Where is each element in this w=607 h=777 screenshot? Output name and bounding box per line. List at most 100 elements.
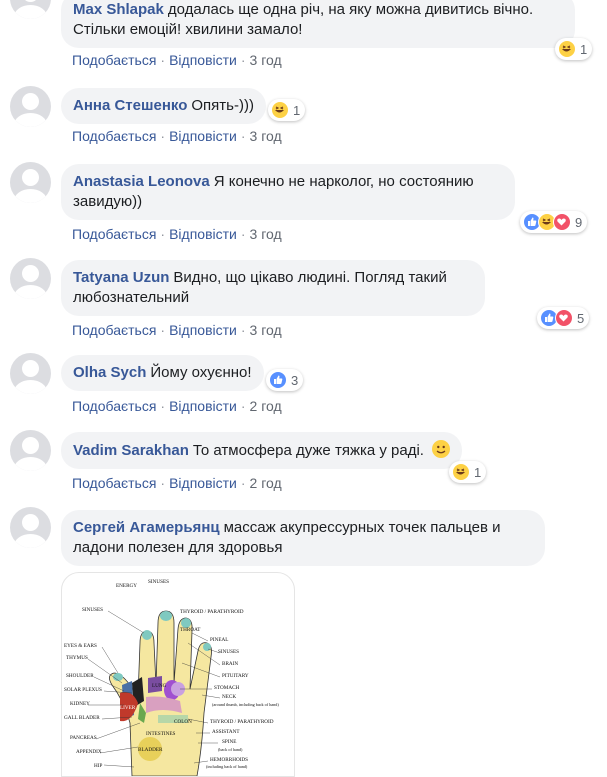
avatar[interactable] (10, 430, 51, 471)
reaction-summary[interactable]: 1 (449, 461, 487, 483)
reply-link[interactable]: Відповісти (169, 322, 237, 338)
label-eyes-ears: EYES & EARS (64, 643, 97, 649)
reaction-count: 5 (577, 310, 585, 326)
comment-actions: Подобається · Відповісти · 3 год (72, 52, 282, 68)
haha-reaction-icon (271, 101, 289, 119)
label-thyroid-2: THYROID / PARATHYROID (210, 719, 274, 725)
label-hip: HIP (94, 763, 102, 769)
reply-link[interactable]: Відповісти (169, 52, 237, 68)
label-pineal: PINEAL (210, 637, 228, 643)
like-link[interactable]: Подобається (72, 226, 156, 242)
reaction-count: 3 (291, 372, 299, 388)
comment-bubble: Anastasia Leonova Я конечно не нарколог, … (61, 164, 515, 220)
timestamp[interactable]: 2 год (250, 475, 282, 491)
reaction-count: 1 (474, 464, 482, 480)
label-gall-bladder: GALL BLADER (64, 715, 100, 721)
avatar[interactable] (10, 507, 51, 548)
like-link[interactable]: Подобається (72, 398, 156, 414)
label-assistant: ASSISTANT (212, 729, 240, 735)
label-spine-note: (back of hand) (218, 747, 243, 752)
label-throat: THROAT (180, 627, 201, 633)
label-shoulder: SHOULDER (66, 673, 94, 679)
comment-author[interactable]: Сергей Агамерьянц (73, 519, 220, 536)
label-thymus: THYMUS (66, 655, 88, 661)
label-energy: ENERGY (116, 583, 137, 589)
label-neck-note: (around thumb, including back of hand) (212, 702, 279, 708)
label-liver: LIVER (120, 705, 136, 711)
label-intestines: INTESTINES (146, 731, 176, 737)
reaction-summary[interactable]: 1 (268, 99, 306, 121)
timestamp[interactable]: 3 год (250, 226, 282, 242)
avatar[interactable] (10, 0, 51, 19)
comment-bubble: Сергей Агамерьянц массаж акупрессурных то… (61, 510, 545, 566)
label-hem-note: (including back of hand) (206, 764, 248, 769)
label-brain: BRAIN (222, 661, 238, 667)
reaction-summary[interactable]: 9 (520, 211, 588, 233)
comment-actions: Подобається · Відповісти · 3 год (72, 322, 282, 338)
avatar[interactable] (10, 258, 51, 299)
slightly-smiling-face-icon (432, 440, 451, 458)
comment-author[interactable]: Анна Стешенко (73, 97, 187, 114)
love-reaction-icon (555, 309, 573, 327)
reaction-count: 1 (580, 41, 588, 57)
label-hemorrhoids: HEMORRHOIDS (210, 757, 248, 763)
like-link[interactable]: Подобається (72, 128, 156, 144)
comment-bubble: Tatyana Uzun Видно, що цікаво людині. Пог… (61, 260, 485, 316)
label-appendix: APPENDIX (76, 749, 102, 755)
reply-link[interactable]: Відповісти (169, 398, 237, 414)
label-stomach: STOMACH (214, 685, 240, 691)
comment-text: То атмосфера дуже тяжка у раді. (192, 442, 424, 459)
reply-link[interactable]: Відповісти (169, 475, 237, 491)
love-reaction-icon (553, 213, 571, 231)
timestamp[interactable]: 2 год (250, 398, 282, 414)
avatar[interactable] (10, 353, 51, 394)
label-sinuses-top: SINUSES (148, 579, 169, 585)
like-reaction-icon (269, 371, 287, 389)
comment-author[interactable]: Tatyana Uzun (73, 269, 169, 286)
avatar[interactable] (10, 162, 51, 203)
haha-reaction-icon (558, 40, 576, 58)
comment-author[interactable]: Max Shlapak (73, 1, 164, 18)
label-pituitary: PITUITARY (222, 673, 249, 679)
label-sinuses-left: SINUSES (82, 607, 103, 613)
label-spine: SPINE (222, 739, 236, 745)
reaction-count: 9 (575, 214, 583, 230)
reaction-summary[interactable]: 5 (537, 307, 590, 329)
timestamp[interactable]: 3 год (250, 322, 282, 338)
attached-image[interactable]: ENERGY SINUSES SINUSES THYROID / PARATHY… (61, 572, 295, 777)
timestamp[interactable]: 3 год (250, 52, 282, 68)
label-lung: LUNG (152, 683, 167, 689)
label-pancreas: PANCREAS (70, 735, 97, 741)
comment-bubble: Max Shlapak додалась ще одна річ, на яку … (61, 0, 575, 48)
label-kidney: KIDNEY (70, 701, 90, 707)
comment-author[interactable]: Vadim Sarakhan (73, 442, 189, 459)
reply-link[interactable]: Відповісти (169, 226, 237, 242)
reaction-count: 1 (293, 102, 301, 118)
comment-actions: Подобається · Відповісти · 2 год (72, 475, 282, 491)
label-solar-plexus: SOLAR PLEXUS (64, 687, 102, 693)
comment-author[interactable]: Anastasia Leonova (73, 173, 210, 190)
comment-actions: Подобається · Відповісти · 3 год (72, 128, 282, 144)
reply-link[interactable]: Відповісти (169, 128, 237, 144)
like-link[interactable]: Подобається (72, 475, 156, 491)
comment-text: Опять-))) (191, 97, 254, 114)
comment-text: Йому охуєнно! (150, 364, 252, 381)
like-link[interactable]: Подобається (72, 52, 156, 68)
comment-author[interactable]: Olha Sych (73, 364, 146, 381)
comment-actions: Подобається · Відповісти · 2 год (72, 398, 282, 414)
label-thyroid: THYROID / PARATHYROID (180, 609, 244, 615)
comment-bubble: Olha Sych Йому охуєнно! (61, 355, 264, 391)
reaction-summary[interactable]: 3 (266, 369, 304, 391)
haha-reaction-icon (452, 463, 470, 481)
comment-bubble: Анна Стешенко Опять-))) (61, 88, 266, 124)
like-link[interactable]: Подобається (72, 322, 156, 338)
label-sinuses-right: SINUSES (218, 649, 239, 655)
timestamp[interactable]: 3 год (250, 128, 282, 144)
comment-bubble: Vadim Sarakhan То атмосфера дуже тяжка у … (61, 432, 463, 469)
label-neck: NECK (222, 694, 236, 700)
avatar[interactable] (10, 86, 51, 127)
label-bladder: BLADDER (138, 747, 163, 753)
label-colon: COLON (174, 719, 192, 725)
comment-actions: Подобається · Відповісти · 3 год (72, 226, 282, 242)
reaction-summary[interactable]: 1 (555, 38, 593, 60)
